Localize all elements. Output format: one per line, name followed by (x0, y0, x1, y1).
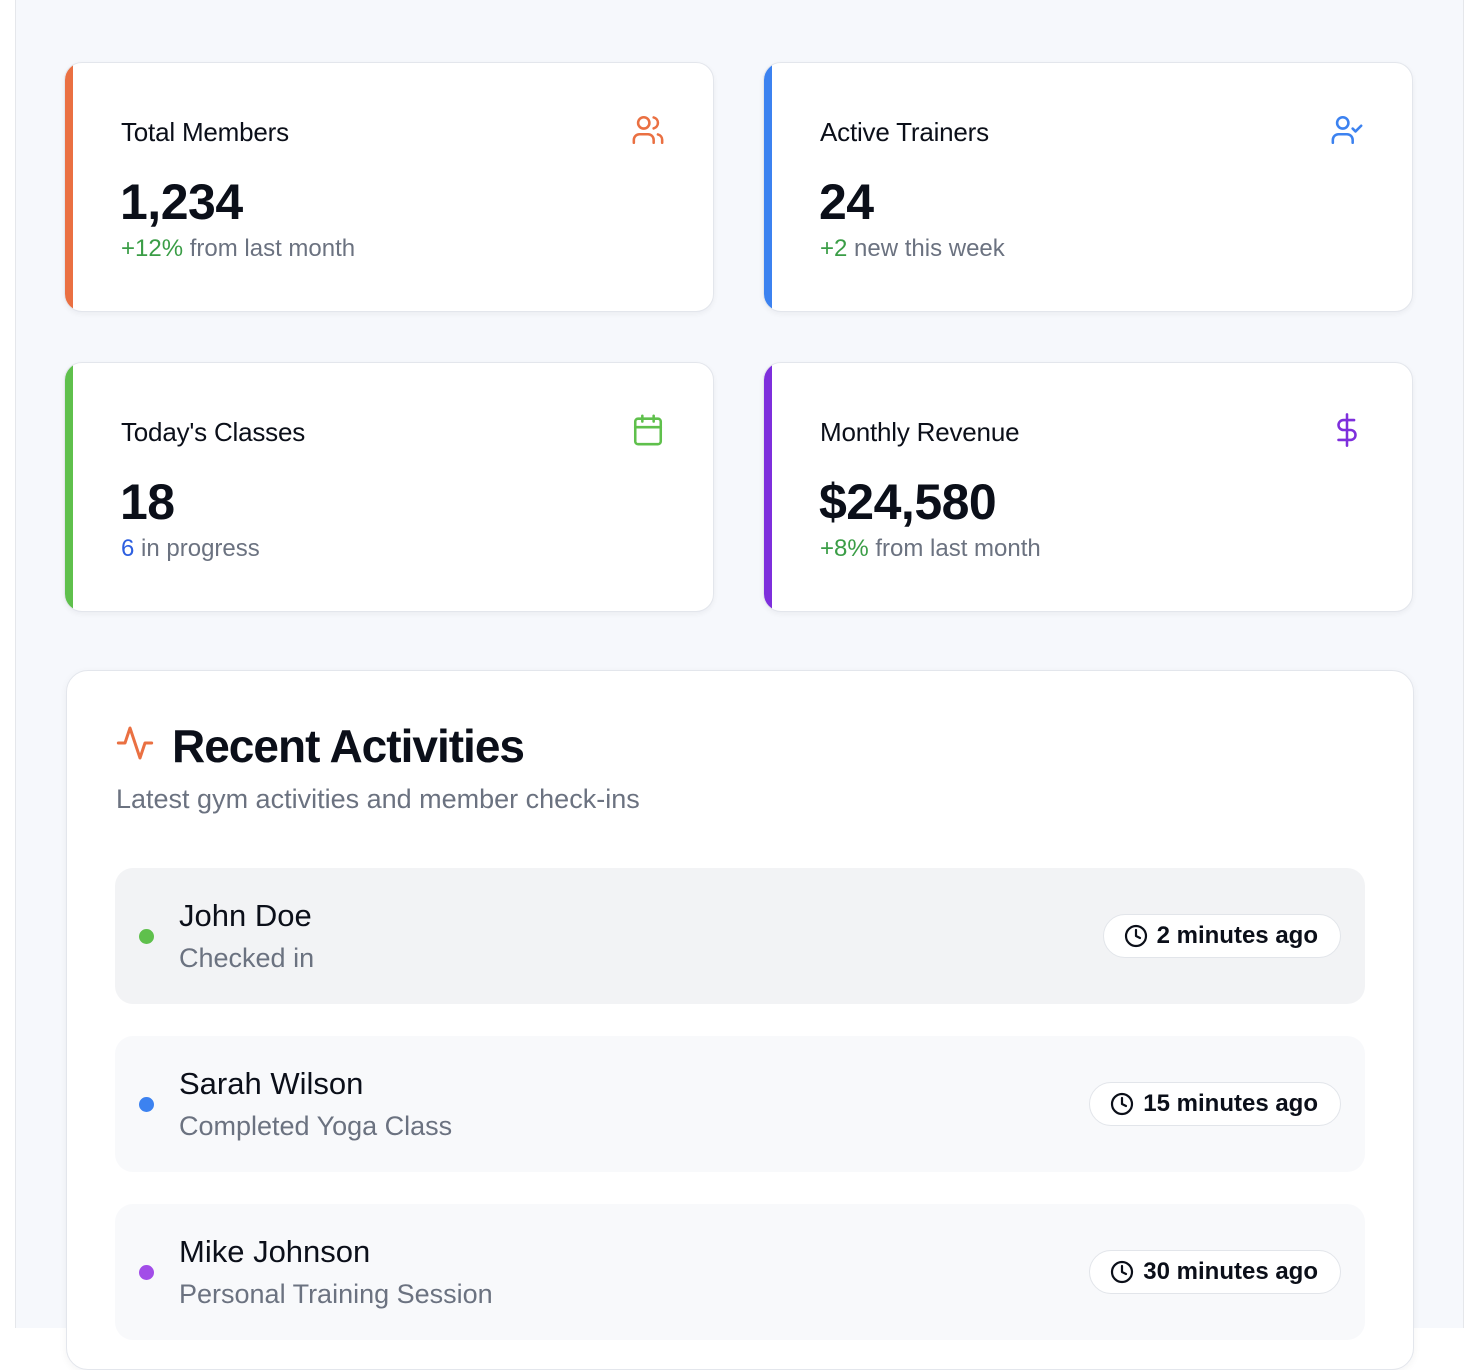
status-dot (139, 1097, 154, 1112)
status-dot (139, 929, 154, 944)
stat-change: +2 new this week (820, 235, 1005, 263)
card-accent-bar (65, 363, 73, 611)
time-label: 15 minutes ago (1143, 1090, 1318, 1117)
section-title: Recent Activities (172, 720, 525, 772)
activity-action: Personal Training Session (179, 1279, 493, 1309)
stat-title: Total Members (121, 117, 289, 147)
user-check-icon (1330, 113, 1364, 147)
recent-activities-panel: Recent Activities Latest gym activities … (66, 670, 1414, 1370)
stat-value: 18 (120, 474, 175, 530)
stat-card-todays-classes[interactable]: Today's Classes 18 6 in progress (64, 362, 714, 612)
stat-change-text: in progress (134, 535, 260, 562)
stat-change: 6 in progress (121, 535, 260, 563)
stat-value: 1,234 (120, 174, 243, 230)
stat-change-highlight: +2 (820, 235, 848, 262)
section-subtitle: Latest gym activities and member check-i… (116, 784, 640, 814)
card-accent-bar (65, 63, 73, 311)
activity-action: Completed Yoga Class (179, 1111, 453, 1141)
clock-icon (1111, 1260, 1134, 1284)
activity-action: Checked in (179, 943, 315, 973)
stat-change-highlight: +12% (121, 235, 184, 262)
stat-title: Today's Classes (121, 417, 306, 447)
stat-change-text: from last month (183, 235, 356, 262)
activity-icon (115, 723, 155, 763)
stat-card-total-members[interactable]: Total Members 1,234 +12% from last month (64, 62, 714, 312)
activity-item[interactable]: Sarah Wilson Completed Yoga Class 15 min… (115, 1036, 1365, 1172)
card-accent-bar (764, 63, 772, 311)
stat-change: +12% from last month (121, 235, 355, 263)
dollar-icon (1330, 413, 1364, 447)
time-badge: 2 minutes ago (1102, 914, 1341, 958)
stat-change-highlight: 6 (121, 535, 135, 562)
activity-item[interactable]: John Doe Checked in 2 minutes ago (115, 868, 1365, 1004)
calendar-icon (631, 413, 665, 447)
stat-change-highlight: +8% (820, 535, 869, 562)
member-name: John Doe (179, 898, 312, 933)
member-name: Mike Johnson (179, 1234, 371, 1269)
clock-icon (1124, 924, 1147, 948)
stat-card-active-trainers[interactable]: Active Trainers 24 +2 new this week (763, 62, 1413, 312)
stat-title: Monthly Revenue (820, 417, 1020, 447)
users-icon (631, 113, 665, 147)
activity-item[interactable]: Mike Johnson Personal Training Session 3… (115, 1204, 1365, 1340)
time-badge: 15 minutes ago (1089, 1082, 1341, 1126)
stat-value: $24,580 (819, 474, 997, 530)
time-label: 30 minutes ago (1143, 1258, 1318, 1285)
status-dot (139, 1265, 154, 1280)
stat-change-text: new this week (847, 235, 1005, 262)
stat-value: 24 (819, 174, 874, 230)
stat-change: +8% from last month (820, 535, 1041, 563)
stat-title: Active Trainers (820, 117, 989, 147)
stat-card-monthly-revenue[interactable]: Monthly Revenue $24,580 +8% from last mo… (763, 362, 1413, 612)
dashboard-page: Total Members 1,234 +12% from last month… (15, 0, 1464, 1370)
card-accent-bar (764, 363, 772, 611)
time-badge: 30 minutes ago (1089, 1250, 1341, 1294)
clock-icon (1111, 1092, 1134, 1116)
time-label: 2 minutes ago (1156, 922, 1318, 949)
member-name: Sarah Wilson (179, 1066, 364, 1101)
stat-change-text: from last month (868, 535, 1041, 562)
